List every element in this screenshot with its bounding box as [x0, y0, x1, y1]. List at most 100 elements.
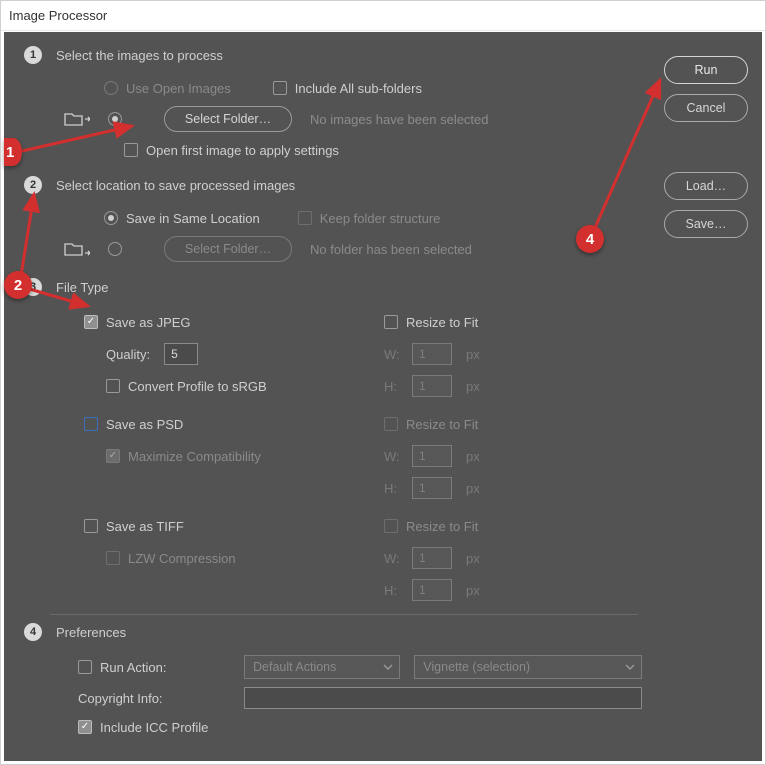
px-unit: px: [466, 449, 480, 464]
chevron-down-icon: [383, 663, 393, 671]
save-as-jpeg-checkbox[interactable]: Save as JPEG: [84, 315, 191, 330]
tiff-height-input: [412, 579, 452, 601]
checkbox-icon: [273, 81, 287, 95]
psd-width-input: [412, 445, 452, 467]
jpeg-height-input: [412, 375, 452, 397]
section-save-location: 2 Select location to save processed imag…: [4, 172, 652, 274]
radio-icon: [108, 112, 122, 126]
main-panel: 1 Select the images to process Use Open …: [4, 32, 652, 761]
px-unit: px: [466, 551, 480, 566]
quality-input[interactable]: [164, 343, 198, 365]
action-select: Vignette (selection): [414, 655, 642, 679]
image-processor-dialog: Image Processor 1 Select the images to p…: [0, 0, 766, 765]
lzw-compression-label: LZW Compression: [128, 551, 236, 566]
dialog-body: 1 Select the images to process Use Open …: [4, 32, 762, 761]
checkbox-icon: [84, 417, 98, 431]
run-action-checkbox[interactable]: Run Action:: [78, 660, 230, 675]
folder-arrow-icon: [64, 110, 90, 128]
section-title-1: Select the images to process: [56, 48, 223, 63]
section-select-images: 1 Select the images to process Use Open …: [4, 32, 652, 172]
select-folder-source-radio[interactable]: [108, 112, 122, 126]
save-as-tiff-checkbox[interactable]: Save as TIFF: [84, 519, 184, 534]
include-subfolders-label: Include All sub-folders: [295, 81, 422, 96]
window-title: Image Processor: [9, 8, 107, 23]
checkbox-icon: [106, 379, 120, 393]
section-title-2: Select location to save processed images: [56, 178, 295, 193]
run-button[interactable]: Run: [664, 56, 748, 84]
h-label: H:: [384, 583, 404, 598]
save-as-psd-checkbox[interactable]: Save as PSD: [84, 417, 183, 432]
px-unit: px: [466, 583, 480, 598]
radio-icon: [108, 242, 122, 256]
checkbox-icon: [384, 315, 398, 329]
step-badge-2: 2: [24, 176, 42, 194]
title-bar: Image Processor: [1, 1, 765, 31]
psd-resize-checkbox: Resize to Fit: [384, 417, 478, 432]
chevron-down-icon: [625, 663, 635, 671]
cancel-button[interactable]: Cancel: [664, 94, 748, 122]
action-set-select: Default Actions: [244, 655, 400, 679]
tiff-resize-label: Resize to Fit: [406, 519, 478, 534]
section-preferences: 4 Preferences Run Action: Default Action…: [4, 615, 652, 749]
radio-icon: [104, 211, 118, 225]
convert-srgb-checkbox[interactable]: Convert Profile to sRGB: [106, 379, 267, 394]
radio-icon: [104, 81, 118, 95]
checkbox-icon: [106, 551, 120, 565]
save-same-location-label: Save in Same Location: [126, 211, 260, 226]
copyright-label: Copyright Info:: [78, 691, 230, 706]
checkbox-icon: [84, 519, 98, 533]
checkbox-icon: [124, 143, 138, 157]
tiff-width-input: [412, 547, 452, 569]
step-badge-1: 1: [24, 46, 42, 64]
side-panel: Run Cancel Load… Save…: [652, 32, 762, 238]
save-as-tiff-label: Save as TIFF: [106, 519, 184, 534]
checkbox-icon: [384, 417, 398, 431]
open-first-image-label: Open first image to apply settings: [146, 143, 339, 158]
run-action-label: Run Action:: [100, 660, 230, 675]
select-dest-folder-button: Select Folder…: [164, 236, 292, 262]
include-icc-checkbox[interactable]: Include ICC Profile: [78, 720, 208, 735]
section-title-4: Preferences: [56, 625, 126, 640]
psd-resize-label: Resize to Fit: [406, 417, 478, 432]
quality-label: Quality:: [106, 347, 150, 362]
select-source-folder-button[interactable]: Select Folder…: [164, 106, 292, 132]
checkbox-icon: [384, 519, 398, 533]
step-badge-3: 3: [24, 278, 42, 296]
checkbox-icon: [78, 720, 92, 734]
save-same-location-radio[interactable]: Save in Same Location: [104, 211, 260, 226]
checkbox-icon: [84, 315, 98, 329]
px-unit: px: [466, 347, 480, 362]
lzw-compression-checkbox: LZW Compression: [106, 551, 236, 566]
include-subfolders-checkbox[interactable]: Include All sub-folders: [273, 81, 422, 96]
px-unit: px: [466, 379, 480, 394]
step-badge-4: 4: [24, 623, 42, 641]
tiff-resize-checkbox: Resize to Fit: [384, 519, 478, 534]
h-label: H:: [384, 481, 404, 496]
jpeg-width-input: [412, 343, 452, 365]
copyright-input[interactable]: [244, 687, 642, 709]
load-button[interactable]: Load…: [664, 172, 748, 200]
select-dest-folder-radio[interactable]: [108, 242, 122, 256]
section-title-3: File Type: [56, 280, 109, 295]
maximize-compat-checkbox: Maximize Compatibility: [106, 449, 261, 464]
include-icc-label: Include ICC Profile: [100, 720, 208, 735]
convert-srgb-label: Convert Profile to sRGB: [128, 379, 267, 394]
section-file-type: 3 File Type Save as JPEG Quality:: [4, 274, 652, 614]
psd-height-input: [412, 477, 452, 499]
folder-save-icon: [64, 240, 90, 258]
save-button[interactable]: Save…: [664, 210, 748, 238]
w-label: W:: [384, 449, 404, 464]
w-label: W:: [384, 347, 404, 362]
save-as-jpeg-label: Save as JPEG: [106, 315, 191, 330]
no-images-status: No images have been selected: [310, 112, 489, 127]
checkbox-icon: [298, 211, 312, 225]
checkbox-icon: [106, 449, 120, 463]
open-first-image-checkbox[interactable]: Open first image to apply settings: [124, 143, 339, 158]
keep-folder-structure-label: Keep folder structure: [320, 211, 441, 226]
w-label: W:: [384, 551, 404, 566]
jpeg-resize-checkbox[interactable]: Resize to Fit: [384, 315, 478, 330]
use-open-images-radio: Use Open Images: [104, 81, 231, 96]
h-label: H:: [384, 379, 404, 394]
px-unit: px: [466, 481, 480, 496]
checkbox-icon: [78, 660, 92, 674]
